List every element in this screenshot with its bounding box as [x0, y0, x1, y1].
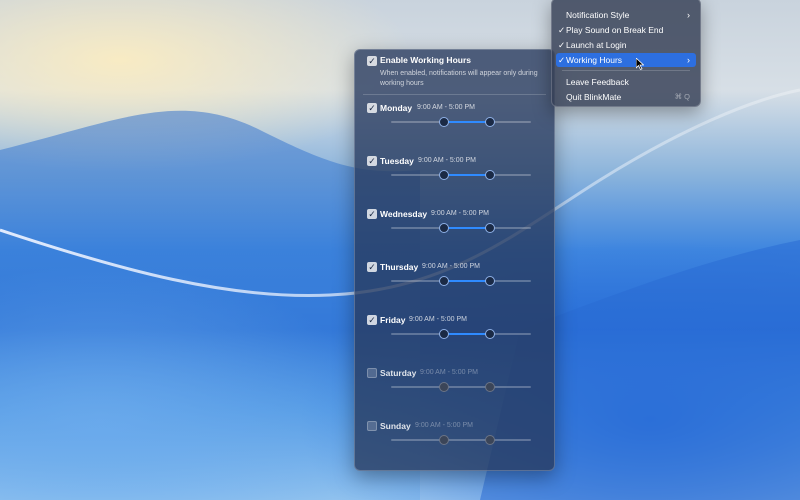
- slider-selected-range: [443, 333, 491, 335]
- slider-end-handle[interactable]: [485, 382, 496, 392]
- checkmark-icon: ✓: [558, 40, 566, 50]
- day-time-range: 9:00 AM - 5:00 PM: [420, 369, 478, 376]
- menu-item-label: Quit BlinkMate: [566, 92, 622, 102]
- mouse-pointer-icon: [636, 58, 644, 70]
- day-row-wednesday: ✓ Wednesday 9:00 AM - 5:00 PM: [355, 209, 554, 259]
- day-name: Monday: [380, 103, 413, 113]
- working-hours-panel: ✓ Enable Working Hours When enabled, not…: [354, 49, 555, 471]
- slider-end-handle[interactable]: [485, 170, 496, 180]
- day-row-friday: ✓ Friday 9:00 AM - 5:00 PM: [355, 315, 554, 365]
- day-time-range: 9:00 AM - 5:00 PM: [417, 104, 475, 111]
- hours-range-slider[interactable]: [391, 170, 531, 180]
- day-time-range: 9:00 AM - 5:00 PM: [409, 316, 467, 323]
- day-row-thursday: ✓ Thursday 9:00 AM - 5:00 PM: [355, 262, 554, 312]
- slider-end-handle[interactable]: [485, 329, 496, 339]
- menu-item-working-hours[interactable]: ✓ Working Hours ›: [556, 53, 696, 67]
- quit-shortcut: ⌘ Q: [674, 92, 690, 101]
- hours-range-slider[interactable]: [391, 329, 531, 339]
- day-checkbox-saturday[interactable]: [367, 368, 377, 378]
- day-name: Sunday: [380, 421, 411, 431]
- menu-item-label: Leave Feedback: [566, 77, 629, 87]
- slider-selected-range: [443, 227, 491, 229]
- slider-start-handle[interactable]: [438, 382, 449, 392]
- day-row-sunday: Sunday 9:00 AM - 5:00 PM: [355, 421, 554, 471]
- chevron-right-icon: ›: [687, 10, 690, 20]
- day-row-monday: ✓ Monday 9:00 AM - 5:00 PM: [355, 103, 554, 153]
- enable-working-hours-label: Enable Working Hours: [380, 55, 471, 65]
- slider-end-handle[interactable]: [485, 117, 496, 127]
- slider-start-handle[interactable]: [438, 435, 449, 445]
- checkmark-icon: ✓: [558, 25, 566, 35]
- day-time-range: 9:00 AM - 5:00 PM: [422, 263, 480, 270]
- day-time-range: 9:00 AM - 5:00 PM: [431, 210, 489, 217]
- day-name: Thursday: [380, 262, 419, 272]
- day-checkbox-sunday[interactable]: [367, 421, 377, 431]
- enable-working-hours-checkbox[interactable]: ✓: [367, 56, 377, 66]
- menu-item-label: Working Hours: [566, 55, 623, 65]
- hours-range-slider[interactable]: [391, 117, 531, 127]
- menu-item-label: Launch at Login: [566, 40, 627, 50]
- slider-selected-range: [443, 174, 491, 176]
- hours-range-slider[interactable]: [391, 382, 531, 392]
- day-row-saturday: Saturday 9:00 AM - 5:00 PM: [355, 368, 554, 418]
- day-checkbox-monday[interactable]: ✓: [367, 103, 377, 113]
- status-bar-menu: Notification Style › ✓ Play Sound on Bre…: [551, 0, 701, 107]
- day-name: Saturday: [380, 368, 417, 378]
- day-checkbox-tuesday[interactable]: ✓: [367, 156, 377, 166]
- hours-range-slider[interactable]: [391, 435, 531, 445]
- menu-item-notification-style[interactable]: Notification Style ›: [556, 8, 696, 22]
- menu-item-play-sound[interactable]: ✓ Play Sound on Break End: [556, 23, 696, 37]
- menu-item-launch-at-login[interactable]: ✓ Launch at Login: [556, 38, 696, 52]
- day-name: Tuesday: [380, 156, 414, 166]
- slider-selected-range: [444, 386, 491, 388]
- slider-start-handle[interactable]: [438, 276, 449, 286]
- day-row-tuesday: ✓ Tuesday 9:00 AM - 5:00 PM: [355, 156, 554, 206]
- day-checkbox-thursday[interactable]: ✓: [367, 262, 377, 272]
- slider-start-handle[interactable]: [438, 223, 449, 233]
- slider-start-handle[interactable]: [438, 117, 449, 127]
- hours-range-slider[interactable]: [391, 223, 531, 233]
- menu-item-label: Play Sound on Break End: [566, 25, 664, 35]
- day-time-range: 9:00 AM - 5:00 PM: [415, 422, 473, 429]
- day-checkbox-friday[interactable]: ✓: [367, 315, 377, 325]
- slider-selected-range: [443, 121, 491, 123]
- slider-end-handle[interactable]: [485, 435, 496, 445]
- menu-item-quit[interactable]: Quit BlinkMate ⌘ Q: [556, 90, 696, 104]
- menu-separator: [562, 70, 690, 71]
- slider-selected-range: [443, 280, 491, 282]
- day-checkbox-wednesday[interactable]: ✓: [367, 209, 377, 219]
- menu-item-label: Notification Style: [566, 10, 630, 20]
- day-name: Friday: [380, 315, 406, 325]
- chevron-right-icon: ›: [687, 55, 690, 65]
- hours-range-slider[interactable]: [391, 276, 531, 286]
- menu-item-leave-feedback[interactable]: Leave Feedback: [556, 75, 696, 89]
- slider-selected-range: [444, 439, 491, 441]
- day-time-range: 9:00 AM - 5:00 PM: [418, 157, 476, 164]
- enable-working-hours-description: When enabled, notifications will appear …: [380, 70, 538, 87]
- day-name: Wednesday: [380, 209, 428, 219]
- slider-start-handle[interactable]: [438, 329, 449, 339]
- checkmark-icon: ✓: [558, 55, 566, 65]
- slider-end-handle[interactable]: [485, 276, 496, 286]
- slider-start-handle[interactable]: [438, 170, 449, 180]
- panel-divider: [363, 94, 546, 95]
- slider-end-handle[interactable]: [485, 223, 496, 233]
